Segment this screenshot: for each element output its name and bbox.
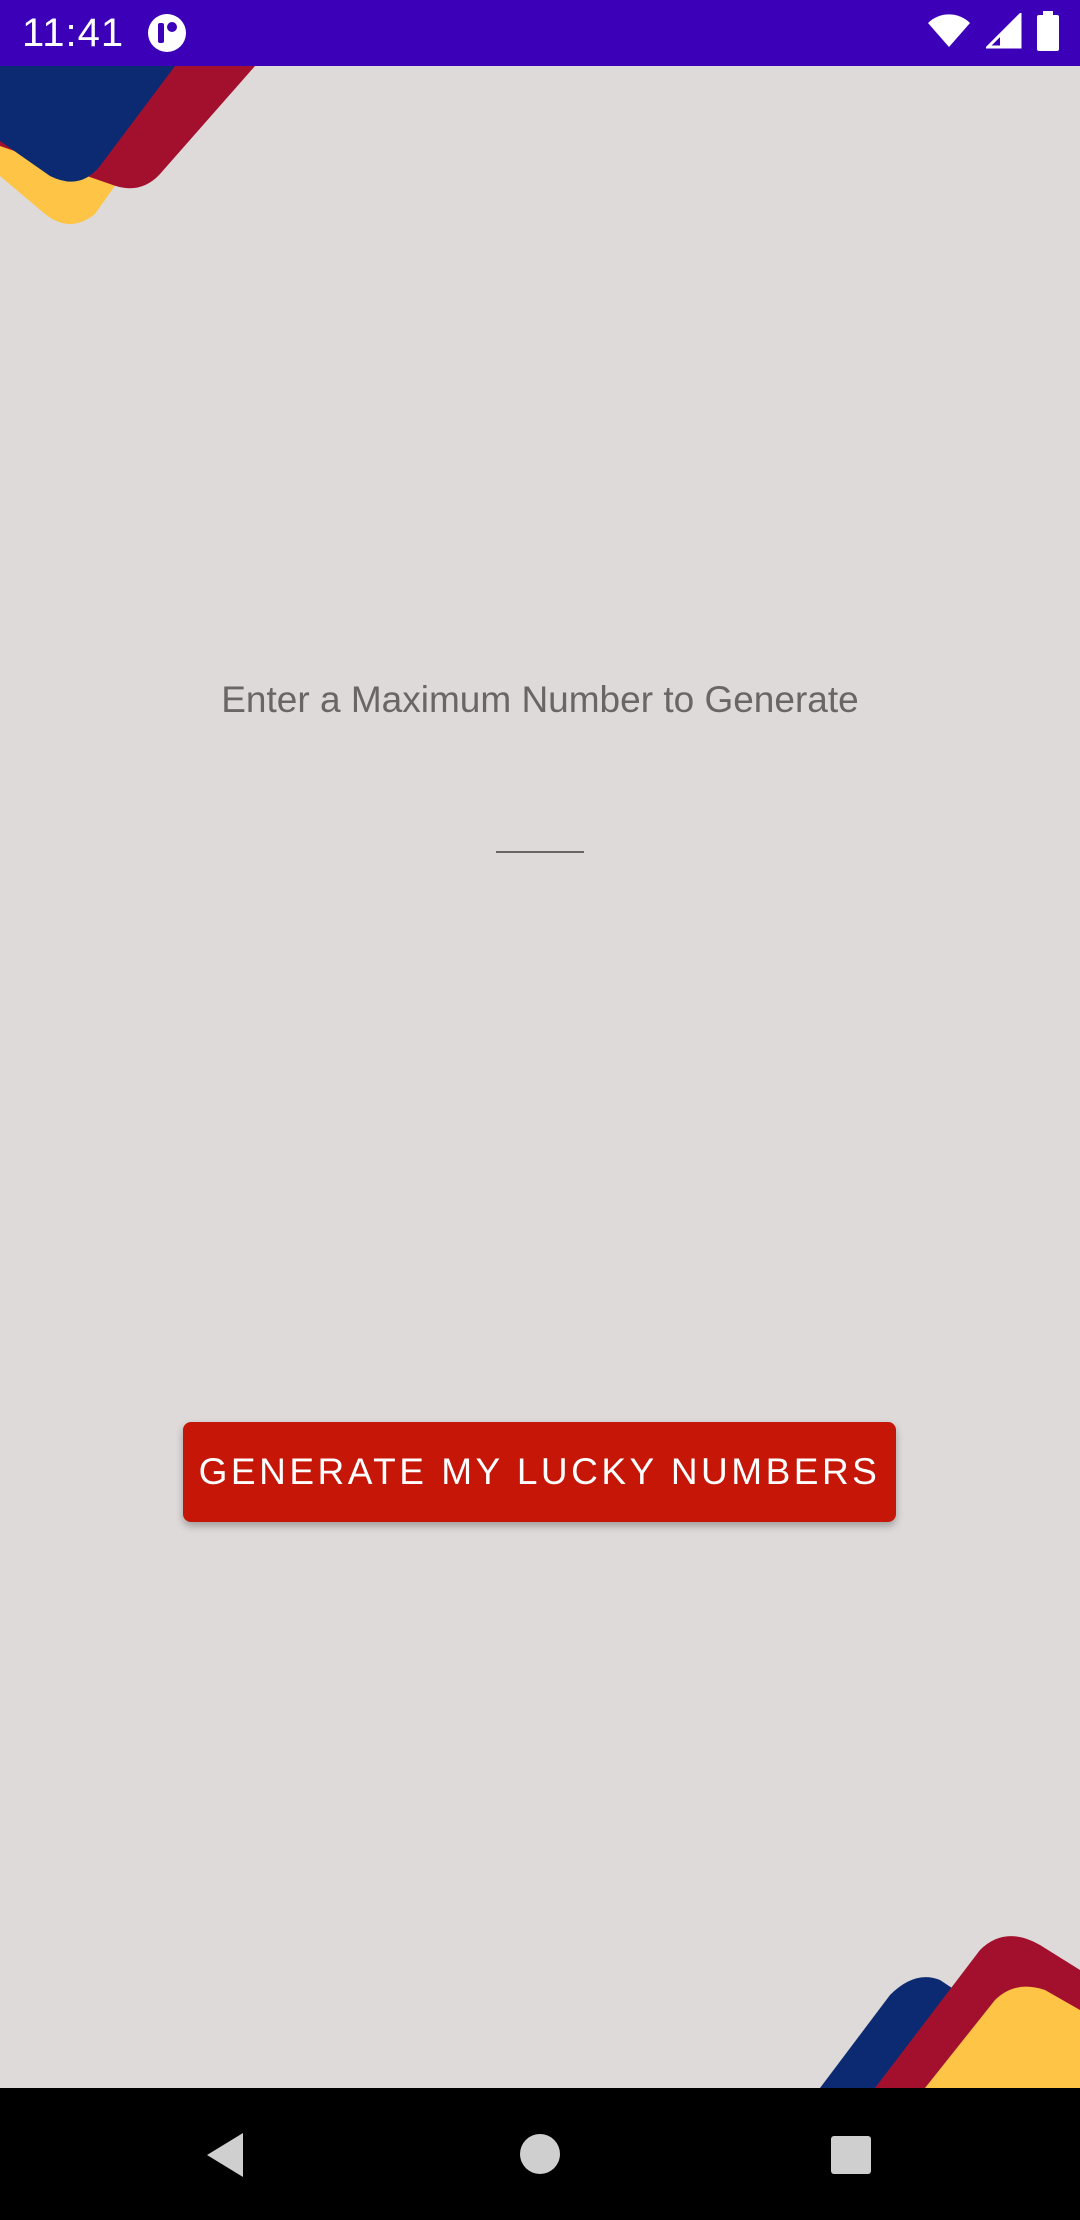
- back-icon[interactable]: [203, 2131, 247, 2184]
- battery-icon: [1036, 10, 1060, 56]
- decorative-corner-top-left: [0, 66, 260, 236]
- generate-lucky-numbers-button[interactable]: GENERATE MY LUCKY NUMBERS: [183, 1422, 896, 1522]
- recents-icon[interactable]: [830, 2135, 872, 2180]
- status-time: 11:41: [22, 11, 125, 55]
- wifi-icon: [926, 13, 972, 54]
- app-notification-icon: [146, 12, 188, 54]
- status-bar: 11:41: [0, 0, 1080, 66]
- max-number-input[interactable]: [496, 805, 584, 853]
- status-icons: [926, 10, 1060, 56]
- cellular-signal-icon: [984, 10, 1022, 54]
- home-icon[interactable]: [519, 2133, 561, 2180]
- max-number-prompt: Enter a Maximum Number to Generate: [221, 679, 859, 720]
- decorative-corner-bottom-right: [820, 1930, 1080, 2088]
- navigation-bar: [0, 2088, 1080, 2220]
